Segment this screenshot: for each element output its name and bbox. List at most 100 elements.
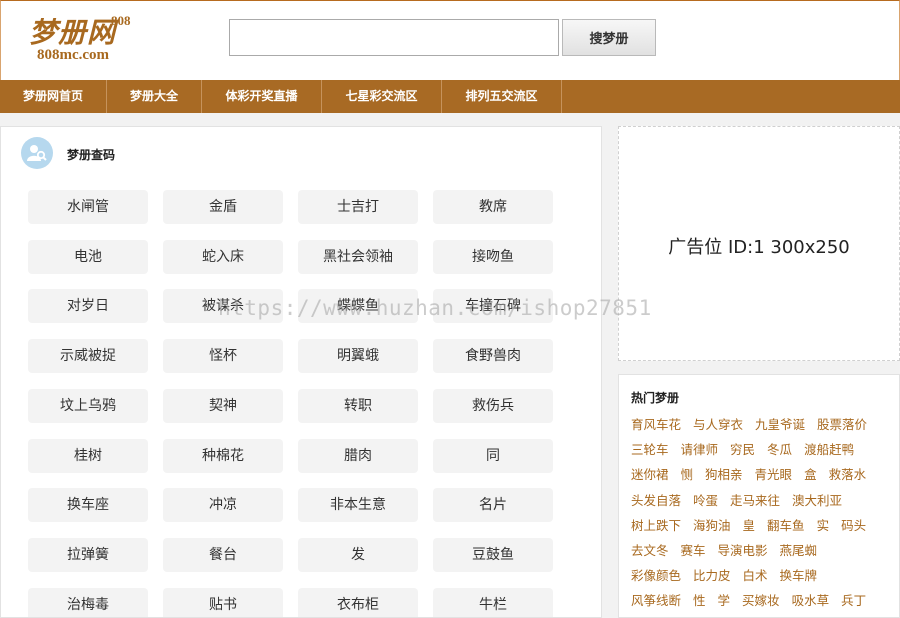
site-header: 梦册网 808 808mc.com 搜梦册: [0, 0, 900, 80]
hot-link[interactable]: 九皇爷诞: [755, 417, 805, 432]
hot-link[interactable]: 走马来往: [730, 493, 780, 508]
nav-item-qixingcai[interactable]: 七星彩交流区: [322, 80, 442, 113]
dream-tag[interactable]: 怪杯: [163, 339, 283, 373]
hot-link[interactable]: 请律师: [681, 442, 719, 457]
nav-item-pailiewu[interactable]: 排列五交流区: [442, 80, 562, 113]
dream-tag[interactable]: 桂树: [28, 439, 148, 473]
dream-tag[interactable]: 坟上乌鸦: [28, 389, 148, 423]
hot-title: 热门梦册: [631, 389, 679, 406]
dream-tag[interactable]: 非本生意: [298, 488, 418, 522]
hot-link[interactable]: 性: [693, 593, 706, 608]
dream-tag[interactable]: 餐台: [163, 538, 283, 572]
dream-tag[interactable]: 蝶蝶鱼: [298, 289, 418, 323]
hot-link[interactable]: 海狗油: [693, 518, 731, 533]
dream-tag[interactable]: 治梅毒: [28, 588, 148, 618]
hot-row: 去文冬赛车导演电影燕尾蜘: [631, 541, 829, 561]
dream-tag[interactable]: 电池: [28, 240, 148, 274]
dream-tag[interactable]: 腊肉: [298, 439, 418, 473]
dream-tag[interactable]: 拉弹簧: [28, 538, 148, 572]
logo-superscript: 808: [111, 13, 131, 29]
dream-tag[interactable]: 车撞石碑: [433, 289, 553, 323]
dream-tag[interactable]: 贴书: [163, 588, 283, 618]
dream-tag[interactable]: 救伤兵: [433, 389, 553, 423]
hot-link[interactable]: 翻车鱼: [767, 518, 805, 533]
hot-link[interactable]: 燕尾蜘: [780, 543, 818, 558]
nav-item-all[interactable]: 梦册大全: [107, 80, 202, 113]
dream-tag[interactable]: 冲凉: [163, 488, 283, 522]
dream-tag[interactable]: 转职: [298, 389, 418, 423]
user-search-icon: [21, 137, 53, 169]
dream-tag[interactable]: 水闸管: [28, 190, 148, 224]
dream-tag[interactable]: 明翼蛾: [298, 339, 418, 373]
hot-link[interactable]: 恻: [681, 467, 694, 482]
dream-tag[interactable]: 对岁日: [28, 289, 148, 323]
hot-link[interactable]: 码头: [841, 518, 866, 533]
dream-tag[interactable]: 教席: [433, 190, 553, 224]
ad-slot[interactable]: 广告位 ID:1 300x250: [618, 126, 900, 361]
hot-link[interactable]: 冬瓜: [767, 442, 792, 457]
dream-tag[interactable]: 示威被捉: [28, 339, 148, 373]
logo-text: 梦册网: [29, 11, 116, 51]
dream-tag[interactable]: 豆鼓鱼: [433, 538, 553, 572]
main-nav: 梦册网首页 梦册大全 体彩开奖直播 七星彩交流区 排列五交流区: [0, 80, 900, 113]
dream-tag[interactable]: 衣布柜: [298, 588, 418, 618]
dream-tag[interactable]: 契神: [163, 389, 283, 423]
search-input[interactable]: [229, 19, 559, 56]
hot-link[interactable]: 穷民: [730, 442, 755, 457]
search-button[interactable]: 搜梦册: [562, 19, 656, 56]
hot-link[interactable]: 呤蛋: [693, 493, 718, 508]
dream-tag[interactable]: 种棉花: [163, 439, 283, 473]
nav-item-home[interactable]: 梦册网首页: [0, 80, 107, 113]
dream-tag[interactable]: 接吻鱼: [433, 240, 553, 274]
logo-domain: 808mc.com: [37, 47, 109, 64]
hot-link[interactable]: 狗相亲: [705, 467, 743, 482]
dream-tag[interactable]: 食野兽肉: [433, 339, 553, 373]
hot-link[interactable]: 澳大利亚: [792, 493, 842, 508]
hot-row: 三轮车请律师穷民冬瓜渡船赶鸭: [631, 440, 866, 460]
hot-link[interactable]: 青光眼: [755, 467, 793, 482]
hot-link[interactable]: 与人穿衣: [693, 417, 743, 432]
hot-link[interactable]: 实: [817, 518, 830, 533]
hot-link[interactable]: 树上跌下: [631, 518, 681, 533]
hot-link[interactable]: 风筝线断: [631, 593, 681, 608]
hot-row: 育风车花与人穿衣九皇爷诞股票落价: [631, 415, 879, 435]
hot-link[interactable]: 比力皮: [693, 568, 731, 583]
hot-link[interactable]: 去文冬: [631, 543, 669, 558]
dream-tag[interactable]: 蛇入床: [163, 240, 283, 274]
dream-tag[interactable]: 牛栏: [433, 588, 553, 618]
hot-link[interactable]: 彩像颜色: [631, 568, 681, 583]
hot-row: 风筝线断性学买嫁妆吸水草兵丁: [631, 591, 878, 611]
hot-link[interactable]: 吸水草: [792, 593, 830, 608]
panel-title: 梦册查码: [67, 146, 115, 163]
hot-link[interactable]: 股票落价: [817, 417, 867, 432]
hot-link[interactable]: 头发自落: [631, 493, 681, 508]
hot-link[interactable]: 兵丁: [841, 593, 866, 608]
hot-link[interactable]: 救落水: [829, 467, 867, 482]
hot-row: 迷你裙恻狗相亲青光眼盒救落水: [631, 465, 878, 485]
dream-tag[interactable]: 黑社会领袖: [298, 240, 418, 274]
hot-dreams-panel: 热门梦册 育风车花与人穿衣九皇爷诞股票落价三轮车请律师穷民冬瓜渡船赶鸭迷你裙恻狗…: [618, 374, 900, 618]
hot-link[interactable]: 学: [718, 593, 731, 608]
dream-tag[interactable]: 同: [433, 439, 553, 473]
code-lookup-panel: 梦册查码 水闸管金盾士吉打教席电池蛇入床黑社会领袖接吻鱼对岁日被谋杀蝶蝶鱼车撞石…: [0, 126, 602, 618]
hot-link[interactable]: 三轮车: [631, 442, 669, 457]
dream-tag[interactable]: 被谋杀: [163, 289, 283, 323]
hot-link[interactable]: 白术: [743, 568, 768, 583]
site-logo[interactable]: 梦册网 808 808mc.com: [29, 9, 149, 69]
nav-item-live[interactable]: 体彩开奖直播: [202, 80, 322, 113]
hot-link[interactable]: 迷你裙: [631, 467, 669, 482]
dream-tag[interactable]: 金盾: [163, 190, 283, 224]
hot-row: 树上跌下海狗油皇翻车鱼实码头: [631, 516, 878, 536]
hot-link[interactable]: 买嫁妆: [742, 593, 780, 608]
dream-tag[interactable]: 名片: [433, 488, 553, 522]
hot-link[interactable]: 换车牌: [780, 568, 818, 583]
dream-tag[interactable]: 士吉打: [298, 190, 418, 224]
hot-link[interactable]: 赛车: [681, 543, 706, 558]
hot-link[interactable]: 盒: [804, 467, 817, 482]
hot-link[interactable]: 渡船赶鸭: [804, 442, 854, 457]
hot-link[interactable]: 育风车花: [631, 417, 681, 432]
dream-tag[interactable]: 发: [298, 538, 418, 572]
dream-tag[interactable]: 换车座: [28, 488, 148, 522]
hot-link[interactable]: 皇: [743, 518, 756, 533]
hot-link[interactable]: 导演电影: [718, 543, 768, 558]
